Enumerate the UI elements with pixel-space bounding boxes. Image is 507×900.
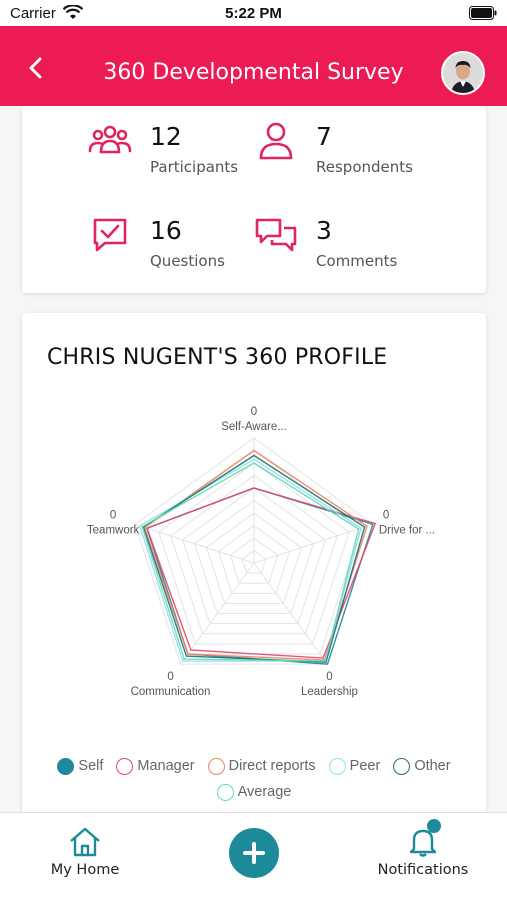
legend-item-direct-reports[interactable]: Direct reports <box>207 757 316 775</box>
legend-item-average[interactable]: Average <box>216 783 292 801</box>
legend-row: Average <box>22 779 486 805</box>
questions-label: Questions <box>150 252 225 270</box>
questions-count: 16 <box>150 216 182 245</box>
legend-label: Direct reports <box>228 758 316 774</box>
legend-marker <box>57 757 75 775</box>
radar-axis-value: 0 <box>251 406 257 418</box>
tab-my-home[interactable]: My Home <box>45 827 125 878</box>
tab-notifications-label: Notifications <box>377 862 469 878</box>
legend-item-manager[interactable]: Manager <box>116 757 195 775</box>
comments-label: Comments <box>316 252 398 270</box>
radar-axis-label: Teamwork <box>87 524 140 536</box>
add-button[interactable] <box>229 828 279 878</box>
battery-icon <box>469 6 497 20</box>
legend-marker <box>207 757 225 775</box>
chat-bubbles-icon <box>255 218 297 252</box>
bottom-tab-bar: My Home Notifications <box>0 812 507 900</box>
legend-label: Manager <box>137 758 195 774</box>
legend-marker <box>393 757 411 775</box>
group-icon <box>88 125 132 154</box>
profile-title: CHRIS NUGENT'S 360 PROFILE <box>47 345 388 370</box>
radar-axis-value: 0 <box>167 671 173 683</box>
person-icon <box>259 122 293 160</box>
legend-row: Self Manager Direct reports Peer Other <box>22 753 486 779</box>
radar-axis-value: 0 <box>326 671 332 683</box>
radar-axis-label: Self-Aware... <box>221 421 287 433</box>
radar-axis-label: Communication <box>131 686 211 698</box>
legend-label: Self <box>78 758 104 774</box>
legend-item-peer[interactable]: Peer <box>328 757 381 775</box>
radar-axis-value: 0 <box>383 509 389 521</box>
legend-label: Peer <box>349 758 381 774</box>
clock: 5:22 PM <box>225 5 282 22</box>
respondents-label: Respondents <box>316 158 413 176</box>
tab-notifications[interactable]: Notifications <box>375 827 471 878</box>
notification-badge <box>427 819 441 833</box>
respondents-count: 7 <box>316 122 332 151</box>
tab-my-home-label: My Home <box>50 862 120 878</box>
profile-card: CHRIS NUGENT'S 360 PROFILE 0 Self-Aware..… <box>22 313 486 813</box>
legend-item-self[interactable]: Self <box>57 757 104 775</box>
legend-label: Average <box>237 784 292 800</box>
stats-card: 12 Participants 7 Respondents 16 Questio… <box>22 106 486 293</box>
legend-marker <box>328 757 346 775</box>
participants-count: 12 <box>150 122 182 151</box>
page-title: 360 Developmental Survey <box>103 60 404 85</box>
legend-marker <box>216 783 234 801</box>
app-header: 360 Developmental Survey <box>0 26 507 106</box>
comments-count: 3 <box>316 216 332 245</box>
legend-label: Other <box>414 758 451 774</box>
radar-axis-label: Drive for ... <box>379 524 435 536</box>
avatar[interactable] <box>441 51 485 95</box>
checked-chat-icon <box>93 218 127 252</box>
legend-item-other[interactable]: Other <box>393 757 451 775</box>
radar-chart: 0 Self-Aware... 0 Drive for ... 0 Leadership 0… <box>87 406 435 698</box>
home-icon <box>70 827 100 857</box>
status-bar: Carrier 5:22 PM <box>0 0 507 26</box>
radar-axis-label: Leadership <box>301 686 358 698</box>
chart-legend: Self Manager Direct reports Peer Other Avera… <box>22 753 486 805</box>
participants-label: Participants <box>150 158 239 176</box>
legend-marker <box>116 757 134 775</box>
radar-axis-value: 0 <box>110 509 116 521</box>
